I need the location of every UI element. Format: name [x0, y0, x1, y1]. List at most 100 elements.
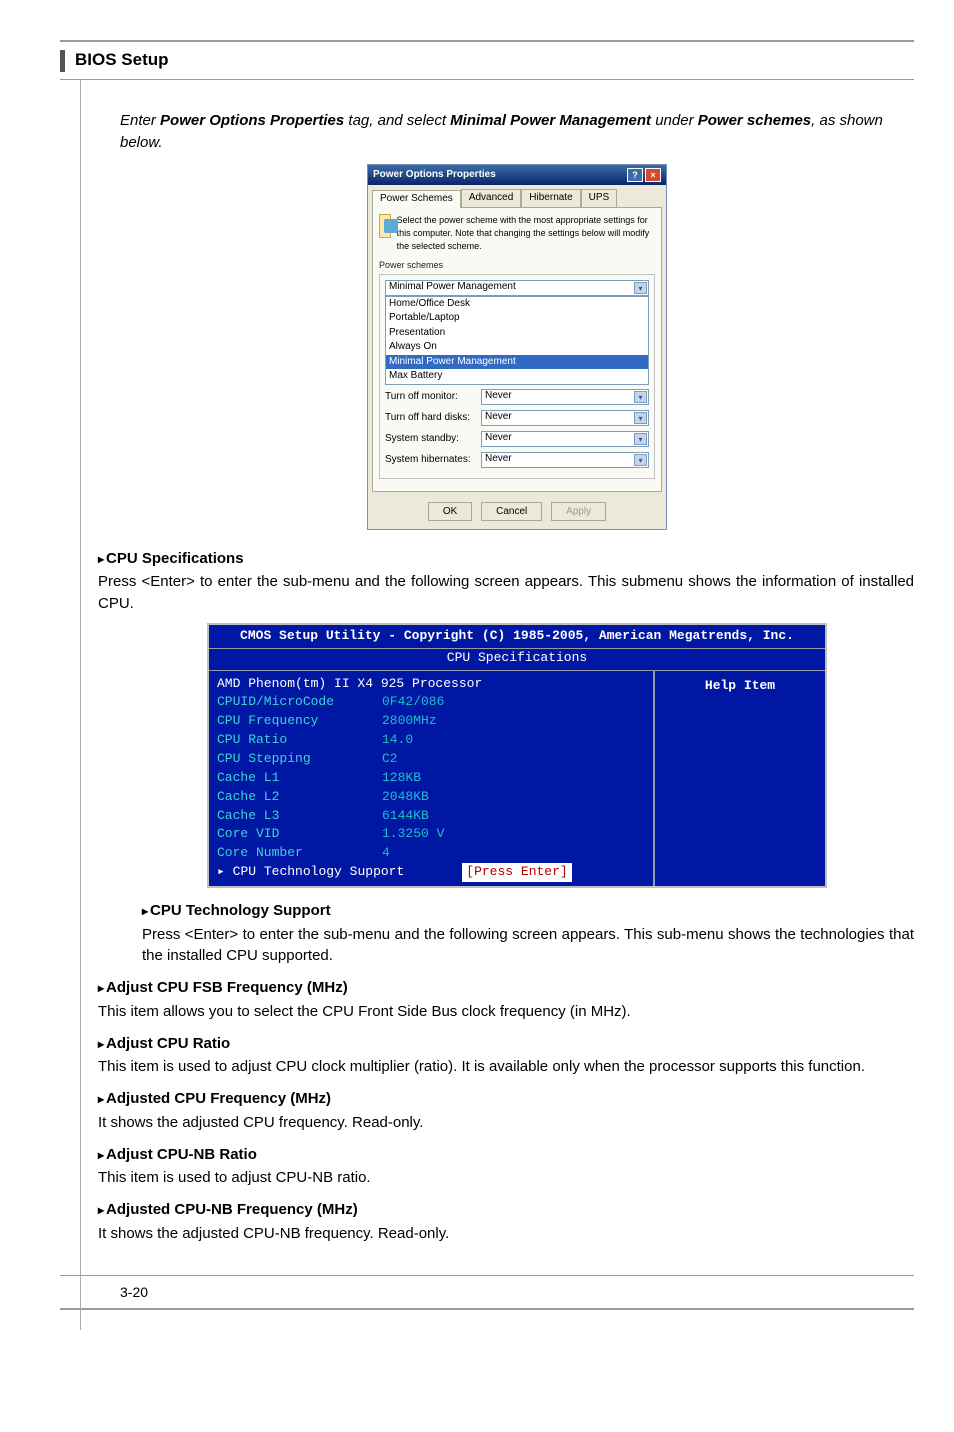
setting-value: Never [485, 410, 512, 425]
setting-value: Never [485, 431, 512, 446]
monitor-dropdown[interactable]: Never ▾ [481, 389, 649, 405]
section-heading: Adjusted CPU-NB Frequency (MHz) [98, 1199, 914, 1221]
chevron-down-icon: ▾ [634, 433, 647, 445]
scheme-option[interactable]: Presentation [386, 326, 648, 341]
bios-val: C2 [382, 750, 398, 769]
cpu-spec-heading: CPU Specifications [98, 548, 914, 570]
setting-row: System hibernates: Never ▾ [385, 452, 649, 470]
power-icon [379, 214, 391, 238]
intro-b3: Power schemes [698, 112, 811, 129]
bios-key: Core Number [217, 844, 382, 863]
dialog-body: Select the power scheme with the most ap… [372, 207, 662, 492]
scheme-option[interactable]: Max Battery [386, 369, 648, 384]
bios-submenu-link[interactable]: CPU Technology Support [217, 863, 404, 882]
scheme-option[interactable]: Home/Office Desk [386, 297, 648, 312]
section-heading: Adjust CPU FSB Frequency (MHz) [98, 977, 914, 999]
bios-key: Cache L3 [217, 807, 382, 826]
setting-label: System hibernates: [385, 453, 475, 468]
page-number: 3-20 [120, 1284, 148, 1300]
cpu-spec-desc: Press <Enter> to enter the sub-menu and … [98, 571, 914, 615]
tab-hibernate[interactable]: Hibernate [521, 189, 580, 207]
chevron-down-icon: ▾ [634, 391, 647, 403]
hibernate-dropdown[interactable]: Never ▾ [481, 452, 649, 468]
setting-value: Never [485, 452, 512, 467]
bios-val: 6144KB [382, 807, 429, 826]
bios-title: CMOS Setup Utility - Copyright (C) 1985-… [209, 625, 825, 648]
scheme-option[interactable]: Portable/Laptop [386, 311, 648, 326]
bios-key: Cache L1 [217, 769, 382, 788]
setting-value: Never [485, 389, 512, 404]
bios-screen: CMOS Setup Utility - Copyright (C) 1985-… [207, 623, 827, 888]
bios-key: Cache L2 [217, 788, 382, 807]
bios-key: CPUID/MicroCode [217, 693, 382, 712]
section-desc: Press <Enter> to enter the sub-menu and … [142, 924, 914, 968]
section-desc: It shows the adjusted CPU frequency. Rea… [98, 1112, 914, 1134]
tab-advanced[interactable]: Advanced [461, 189, 521, 207]
bios-val: 4 [382, 844, 390, 863]
scheme-fieldset: Minimal Power Management ▾ Home/Office D… [379, 274, 655, 479]
bios-key: CPU Ratio [217, 731, 382, 750]
bios-val: 1.3250 V [382, 825, 444, 844]
section-desc: This item allows you to select the CPU F… [98, 1001, 914, 1023]
intro-mid: tag, and select [344, 112, 450, 129]
press-enter-badge: [Press Enter] [462, 863, 571, 882]
bios-val: 14.0 [382, 731, 413, 750]
setting-label: Turn off monitor: [385, 390, 475, 405]
chevron-down-icon: ▾ [634, 454, 647, 466]
apply-button[interactable]: Apply [551, 502, 606, 521]
hint-text: Select the power scheme with the most ap… [397, 214, 655, 253]
tab-power-schemes[interactable]: Power Schemes [372, 190, 461, 208]
section-desc: This item is used to adjust CPU clock mu… [98, 1056, 914, 1078]
setting-row: Turn off monitor: Never ▾ [385, 389, 649, 407]
cancel-button[interactable]: Cancel [481, 502, 542, 521]
page-footer: 3-20 [60, 1275, 914, 1310]
chevron-down-icon: ▾ [634, 412, 647, 424]
scheme-option-selected[interactable]: Minimal Power Management [386, 355, 648, 370]
setting-label: Turn off hard disks: [385, 411, 475, 426]
bios-val: 128KB [382, 769, 421, 788]
bios-subtitle: CPU Specifications [209, 648, 825, 670]
setting-label: System standby: [385, 432, 475, 447]
scheme-list: Home/Office Desk Portable/Laptop Present… [385, 296, 649, 385]
ok-button[interactable]: OK [428, 502, 472, 521]
dialog-buttons: OK Cancel Apply [368, 496, 666, 529]
section-heading: Adjust CPU-NB Ratio [98, 1144, 914, 1166]
setting-row: System standby: Never ▾ [385, 431, 649, 449]
bios-key: CPU Stepping [217, 750, 382, 769]
help-button[interactable]: ? [627, 168, 643, 182]
bios-cpu-name: AMD Phenom(tm) II X4 925 Processor [217, 675, 482, 694]
scheme-group-label: Power schemes [379, 259, 655, 272]
section-heading: Adjusted CPU Frequency (MHz) [98, 1088, 914, 1110]
header-marker [60, 50, 65, 72]
harddisk-dropdown[interactable]: Never ▾ [481, 410, 649, 426]
section-desc: This item is used to adjust CPU-NB ratio… [98, 1167, 914, 1189]
section-heading: Adjust CPU Ratio [98, 1033, 914, 1055]
page-header: BIOS Setup [60, 40, 914, 80]
bios-key: CPU Frequency [217, 712, 382, 731]
dialog-hint: Select the power scheme with the most ap… [379, 214, 655, 253]
setting-row: Turn off hard disks: Never ▾ [385, 410, 649, 428]
scheme-dropdown[interactable]: Minimal Power Management ▾ [385, 280, 649, 296]
power-options-dialog: Power Options Properties ? × Power Schem… [367, 164, 667, 530]
standby-dropdown[interactable]: Never ▾ [481, 431, 649, 447]
close-button[interactable]: × [645, 168, 661, 182]
chevron-down-icon: ▾ [634, 282, 647, 294]
intro-text: Enter Power Options Properties tag, and … [120, 110, 914, 154]
dialog-titlebar: Power Options Properties ? × [368, 165, 666, 186]
bios-val: 2048KB [382, 788, 429, 807]
section-heading: CPU Technology Support [142, 900, 914, 922]
bios-right-pane: Help Item [655, 671, 825, 886]
bios-key: Core VID [217, 825, 382, 844]
intro-post: under [651, 112, 698, 129]
tab-ups[interactable]: UPS [581, 189, 618, 207]
dialog-tabs: Power Schemes Advanced Hibernate UPS [368, 185, 666, 207]
scheme-option[interactable]: Always On [386, 340, 648, 355]
scheme-selected: Minimal Power Management [389, 280, 516, 295]
bios-val: 2800MHz [382, 712, 437, 731]
intro-b2: Minimal Power Management [450, 112, 651, 129]
bios-help-header: Help Item [663, 675, 817, 702]
left-rule [80, 80, 81, 1330]
intro-b1: Power Options Properties [160, 112, 344, 129]
bios-val: 0F42/086 [382, 693, 444, 712]
dialog-title: Power Options Properties [373, 168, 625, 183]
